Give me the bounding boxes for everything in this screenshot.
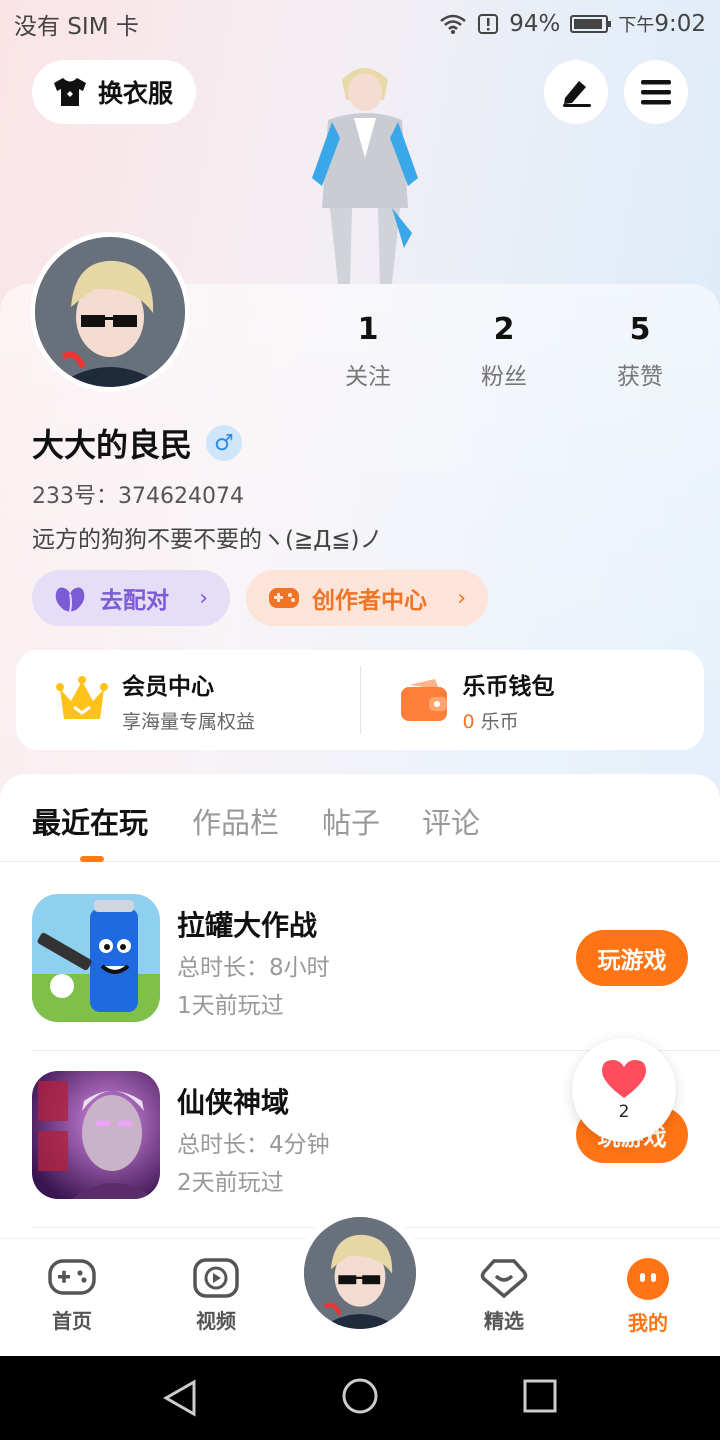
tab-indicator — [80, 856, 104, 862]
time-prefix: 下午 — [618, 15, 655, 36]
nav-featured-label: 精选 — [484, 1309, 524, 1333]
followers-label: 粉丝 — [481, 364, 527, 390]
nav-home[interactable]: 首页 — [22, 1257, 122, 1334]
change-outfit-button[interactable]: 换衣服 — [32, 60, 196, 124]
play-game-button[interactable]: 玩游戏 — [576, 930, 688, 986]
following-label: 关注 — [345, 364, 391, 390]
back-icon[interactable] — [162, 1378, 198, 1418]
change-outfit-label: 换衣服 — [98, 79, 174, 108]
user-bio: 远方的狗狗不要不要的ヽ(≧Д≦)ノ — [32, 527, 383, 553]
vip-center-title: 会员中心 — [122, 673, 214, 700]
wallet-title: 乐币钱包 — [462, 673, 555, 700]
carrier-text: 没有 SIM 卡 — [14, 14, 139, 40]
floating-like-button[interactable]: 2 — [572, 1038, 676, 1142]
likes-label: 获赞 — [617, 364, 663, 390]
edit-button[interactable] — [544, 60, 608, 124]
game-last-played: 2天前玩过 — [177, 1170, 284, 1196]
alert-icon — [478, 14, 499, 34]
battery-icon — [570, 15, 612, 33]
creator-center-label: 创作者中心 — [312, 588, 427, 614]
bottom-nav: 首页 视频 精选 我的 — [0, 1209, 720, 1356]
game-title: 拉罐大作战 — [177, 909, 318, 942]
clock: 9:02 — [654, 11, 706, 37]
nav-me-label: 我的 — [628, 1311, 668, 1335]
crown-icon — [56, 676, 108, 719]
game-last-played: 1天前玩过 — [177, 993, 284, 1019]
tab-comments[interactable]: 评论 — [422, 800, 480, 842]
username-row: 大大的良民 ♂ — [32, 420, 243, 466]
nav-video-label: 视频 — [196, 1309, 236, 1333]
pen-icon — [563, 81, 591, 107]
vip-center-subtitle: 享海量专属权益 — [122, 710, 256, 733]
pair-button[interactable]: 去配对 › — [32, 570, 230, 626]
followers-count: 2 — [493, 312, 515, 347]
member-wallet-card: 会员中心 享海量专属权益 乐币钱包 0 乐币 — [16, 650, 704, 750]
menu-icon — [641, 80, 671, 105]
wallet-unit: 乐币 — [480, 710, 519, 733]
tab-posts[interactable]: 帖子 — [322, 800, 380, 842]
battery-percent: 94% — [509, 11, 561, 37]
wallet-entry[interactable]: 乐币钱包 0 乐币 — [361, 650, 705, 750]
recents-icon[interactable] — [522, 1378, 558, 1414]
avatar-image — [304, 1217, 416, 1329]
profile-avatar[interactable] — [30, 232, 190, 392]
game-icon — [32, 1071, 160, 1199]
heart-icon — [602, 1060, 646, 1098]
wallet-icon — [400, 679, 447, 721]
system-nav-bar — [0, 1356, 720, 1440]
nav-featured[interactable]: 精选 — [454, 1257, 554, 1334]
game-duration: 总时长：8小时 — [177, 955, 330, 981]
male-gender-icon: ♂ — [206, 425, 243, 461]
home-icon[interactable] — [341, 1377, 379, 1415]
game-icon — [32, 894, 160, 1022]
hearts-icon — [55, 587, 85, 612]
nav-center-avatar[interactable] — [296, 1209, 424, 1337]
avatar-image — [35, 237, 185, 387]
likes-stat[interactable]: 5 获赞 — [572, 312, 708, 391]
nav-video[interactable]: 视频 — [166, 1257, 266, 1334]
wallet-amount: 0 — [462, 710, 475, 733]
followers-stat[interactable]: 2 粉丝 — [436, 312, 572, 391]
tshirt-icon — [54, 78, 86, 106]
chevron-right-icon: › — [199, 585, 208, 611]
profile-stats: 1 关注 2 粉丝 5 获赞 — [300, 312, 720, 391]
profile-tabs: 最近在玩 作品栏 帖子 评论 — [0, 774, 720, 862]
profile-face-icon — [627, 1258, 669, 1300]
game-title: 仙侠神域 — [177, 1086, 290, 1119]
tab-works[interactable]: 作品栏 — [192, 800, 279, 842]
pair-label: 去配对 — [100, 588, 169, 614]
heart-chat-icon — [480, 1259, 528, 1299]
avatar-character-3d[interactable] — [292, 58, 437, 286]
chevron-right-icon: › — [457, 585, 466, 611]
following-count: 1 — [357, 312, 379, 347]
user-id: 233号：374624074 — [32, 484, 244, 509]
like-count: 2 — [618, 1102, 630, 1122]
status-bar: 没有 SIM 卡 94% 下午9:02 — [0, 0, 720, 48]
video-play-icon — [193, 1258, 239, 1298]
following-stat[interactable]: 1 关注 — [300, 312, 436, 391]
game-duration: 总时长：4分钟 — [177, 1132, 330, 1158]
gamepad-icon — [269, 588, 299, 608]
gamepad-icon — [48, 1259, 96, 1295]
list-item[interactable]: 拉罐大作战 总时长：8小时 1天前玩过 玩游戏 — [32, 874, 720, 1051]
wifi-icon — [440, 14, 467, 34]
nav-me[interactable]: 我的 — [598, 1257, 698, 1336]
likes-count: 5 — [629, 312, 651, 347]
menu-button[interactable] — [624, 60, 688, 124]
vip-center-entry[interactable]: 会员中心 享海量专属权益 — [16, 650, 360, 750]
username: 大大的良民 — [32, 426, 193, 464]
content-panel: 最近在玩 作品栏 帖子 评论 拉罐大作战 总时长：8小时 1天前玩过 玩游戏 仙… — [0, 774, 720, 1244]
creator-center-button[interactable]: 创作者中心 › — [246, 570, 488, 626]
nav-home-label: 首页 — [52, 1309, 92, 1333]
tab-recently-played[interactable]: 最近在玩 — [32, 800, 148, 842]
